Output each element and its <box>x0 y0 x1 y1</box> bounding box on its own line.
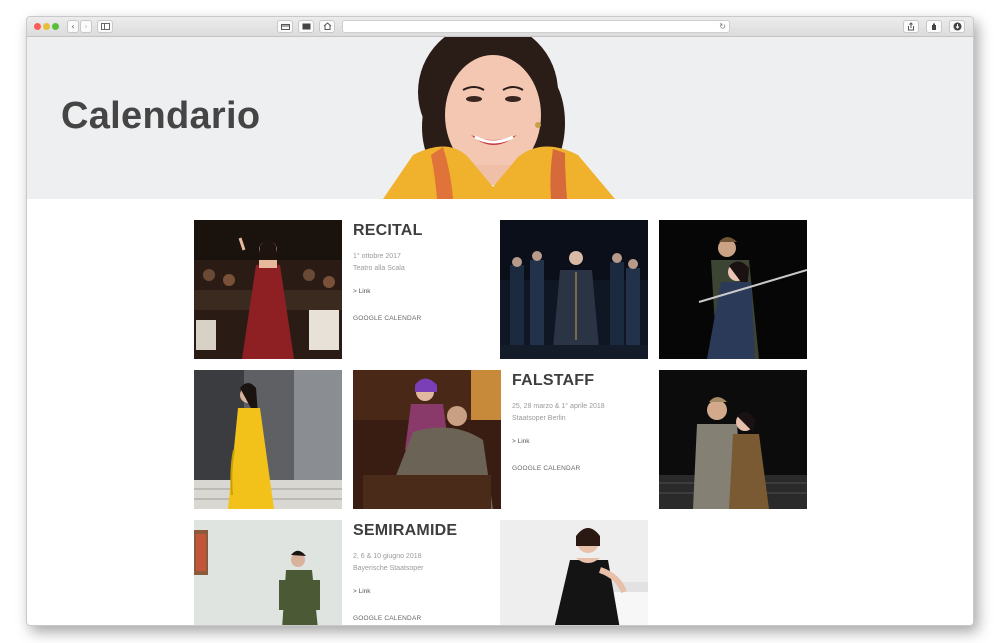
close-window-button[interactable] <box>34 23 41 30</box>
semiramide-photo-image <box>194 520 342 625</box>
reader-icon <box>302 23 310 30</box>
event-link[interactable]: > Link <box>353 288 501 295</box>
hero-portrait-image <box>353 37 643 199</box>
download-icon <box>953 22 961 31</box>
portrait-black-dress-photo[interactable] <box>500 520 648 625</box>
event-date: 1° ottobre 2017 <box>353 253 401 260</box>
opera-ensemble-photo[interactable] <box>500 220 648 359</box>
forward-button[interactable]: › <box>80 20 92 33</box>
page-title: Calendario <box>61 95 261 137</box>
yellow-dress-photo[interactable] <box>194 370 342 509</box>
back-button[interactable]: ‹ <box>67 20 79 33</box>
event-link[interactable]: > Link <box>353 588 501 595</box>
address-bar[interactable]: ↻ <box>342 20 730 33</box>
maximize-window-button[interactable] <box>52 23 59 30</box>
event-card-recital: RECITAL 1° ottobre 2017 Teatro alla Scal… <box>353 220 501 359</box>
hero-banner: Calendario <box>27 37 973 199</box>
event-venue: Teatro alla Scala <box>353 265 405 272</box>
embrace-photo-image <box>659 370 807 509</box>
share-icon <box>908 22 914 31</box>
embrace-photo[interactable] <box>659 370 807 509</box>
home-button[interactable] <box>319 20 335 33</box>
portrait-black-dress-photo-image <box>500 520 648 625</box>
sidebar-icon <box>100 23 110 30</box>
event-card-falstaff: FALSTAFF 25, 28 marzo & 1° aprile 2018 S… <box>512 370 660 509</box>
extension-icon <box>932 23 936 30</box>
tabs-icon <box>280 24 290 30</box>
recital-photo-image <box>194 220 342 359</box>
event-title: FALSTAFF <box>512 372 595 389</box>
google-calendar-link[interactable]: GOOGLE CALENDAR <box>353 315 501 322</box>
semiramide-photo[interactable] <box>194 520 342 625</box>
sidebar-button[interactable] <box>97 20 113 33</box>
duet-sword-photo[interactable] <box>659 220 807 359</box>
reload-icon[interactable]: ↻ <box>719 21 726 32</box>
browser-toolbar: ‹ › ↻ <box>27 17 973 37</box>
yellow-dress-photo-image <box>194 370 342 509</box>
event-link[interactable]: > Link <box>512 438 660 445</box>
event-venue: Bayerische Staatsoper <box>353 565 424 572</box>
chevron-left-icon: ‹ <box>71 22 75 31</box>
falstaff-tavern-photo[interactable] <box>353 370 501 509</box>
event-card-semiramide: SEMIRAMIDE 2, 6 & 10 giugno 2018 Bayeris… <box>353 520 501 625</box>
opera-ensemble-photo-image <box>500 220 648 359</box>
reader-button[interactable] <box>298 20 314 33</box>
share-button[interactable] <box>903 20 919 33</box>
download-button[interactable] <box>949 20 965 33</box>
event-title: SEMIRAMIDE <box>353 522 458 539</box>
duet-sword-photo-image <box>659 220 807 359</box>
event-date: 25, 28 marzo & 1° aprile 2018 <box>512 403 605 410</box>
extension-button[interactable] <box>926 20 942 33</box>
minimize-window-button[interactable] <box>43 23 50 30</box>
event-date: 2, 6 & 10 giugno 2018 <box>353 553 422 560</box>
google-calendar-link[interactable]: GOOGLE CALENDAR <box>353 615 501 622</box>
event-venue: Staatsoper Berlin <box>512 415 566 422</box>
chevron-right-icon: › <box>84 22 88 31</box>
browser-window: ‹ › ↻ Calendario RECITAL 1° ottobre 2017… <box>26 16 974 626</box>
recital-photo[interactable] <box>194 220 342 359</box>
event-title: RECITAL <box>353 222 423 239</box>
home-icon <box>323 22 331 30</box>
google-calendar-link[interactable]: GOOGLE CALENDAR <box>512 465 660 472</box>
tabs-button[interactable] <box>277 20 293 33</box>
falstaff-tavern-photo-image <box>353 370 501 509</box>
